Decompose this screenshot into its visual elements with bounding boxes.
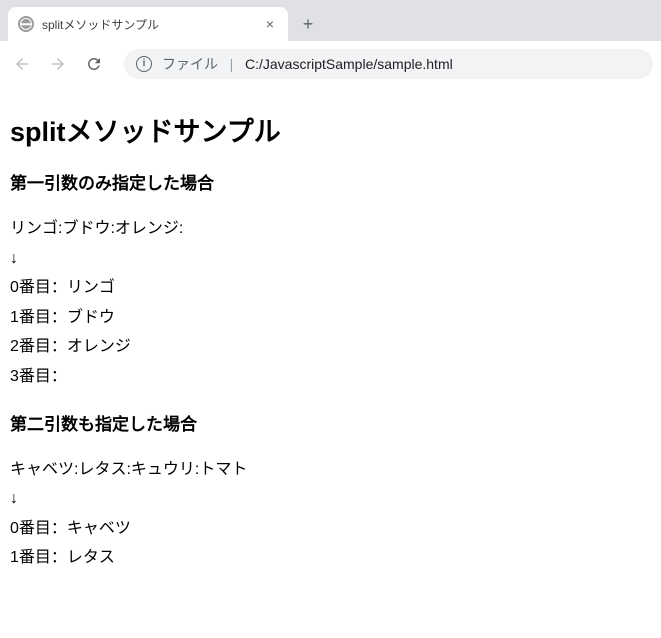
page-content: splitメソッドサンプル 第一引数のみ指定した場合 リンゴ:ブドウ:オレンジ:…: [0, 86, 661, 605]
section2-body: キャベツ:レタス:キュウリ:トマト ↓ 0番目：キャベツ 1番目：レタス: [10, 455, 651, 573]
reload-icon: [85, 55, 103, 73]
tab-strip: splitメソッドサンプル × +: [0, 0, 661, 41]
tab-title: splitメソッドサンプル: [42, 16, 254, 33]
back-button[interactable]: [8, 50, 36, 78]
address-bar[interactable]: i ファイル | C:/JavascriptSample/sample.html: [124, 49, 653, 79]
page-title: splitメソッドサンプル: [10, 110, 651, 149]
toolbar: i ファイル | C:/JavascriptSample/sample.html: [0, 41, 661, 86]
reload-button[interactable]: [80, 50, 108, 78]
section1-heading: 第一引数のみ指定した場合: [10, 169, 651, 194]
section2-heading: 第二引数も指定した場合: [10, 410, 651, 435]
address-separator: |: [222, 56, 241, 72]
globe-icon: [18, 16, 34, 32]
browser-chrome: splitメソッドサンプル × + i ファイル | C:/Javascript…: [0, 0, 661, 86]
address-text: ファイル | C:/JavascriptSample/sample.html: [162, 54, 453, 74]
address-scheme: ファイル: [162, 56, 218, 72]
new-tab-button[interactable]: +: [294, 10, 322, 38]
browser-tab[interactable]: splitメソッドサンプル ×: [8, 7, 288, 41]
forward-button[interactable]: [44, 50, 72, 78]
info-icon: i: [136, 56, 152, 72]
address-path: C:/JavascriptSample/sample.html: [245, 56, 453, 72]
section1-body: リンゴ:ブドウ:オレンジ: ↓ 0番目：リンゴ 1番目：ブドウ 2番目：オレンジ…: [10, 214, 651, 392]
arrow-right-icon: [49, 55, 67, 73]
arrow-left-icon: [13, 55, 31, 73]
close-icon[interactable]: ×: [262, 16, 278, 32]
